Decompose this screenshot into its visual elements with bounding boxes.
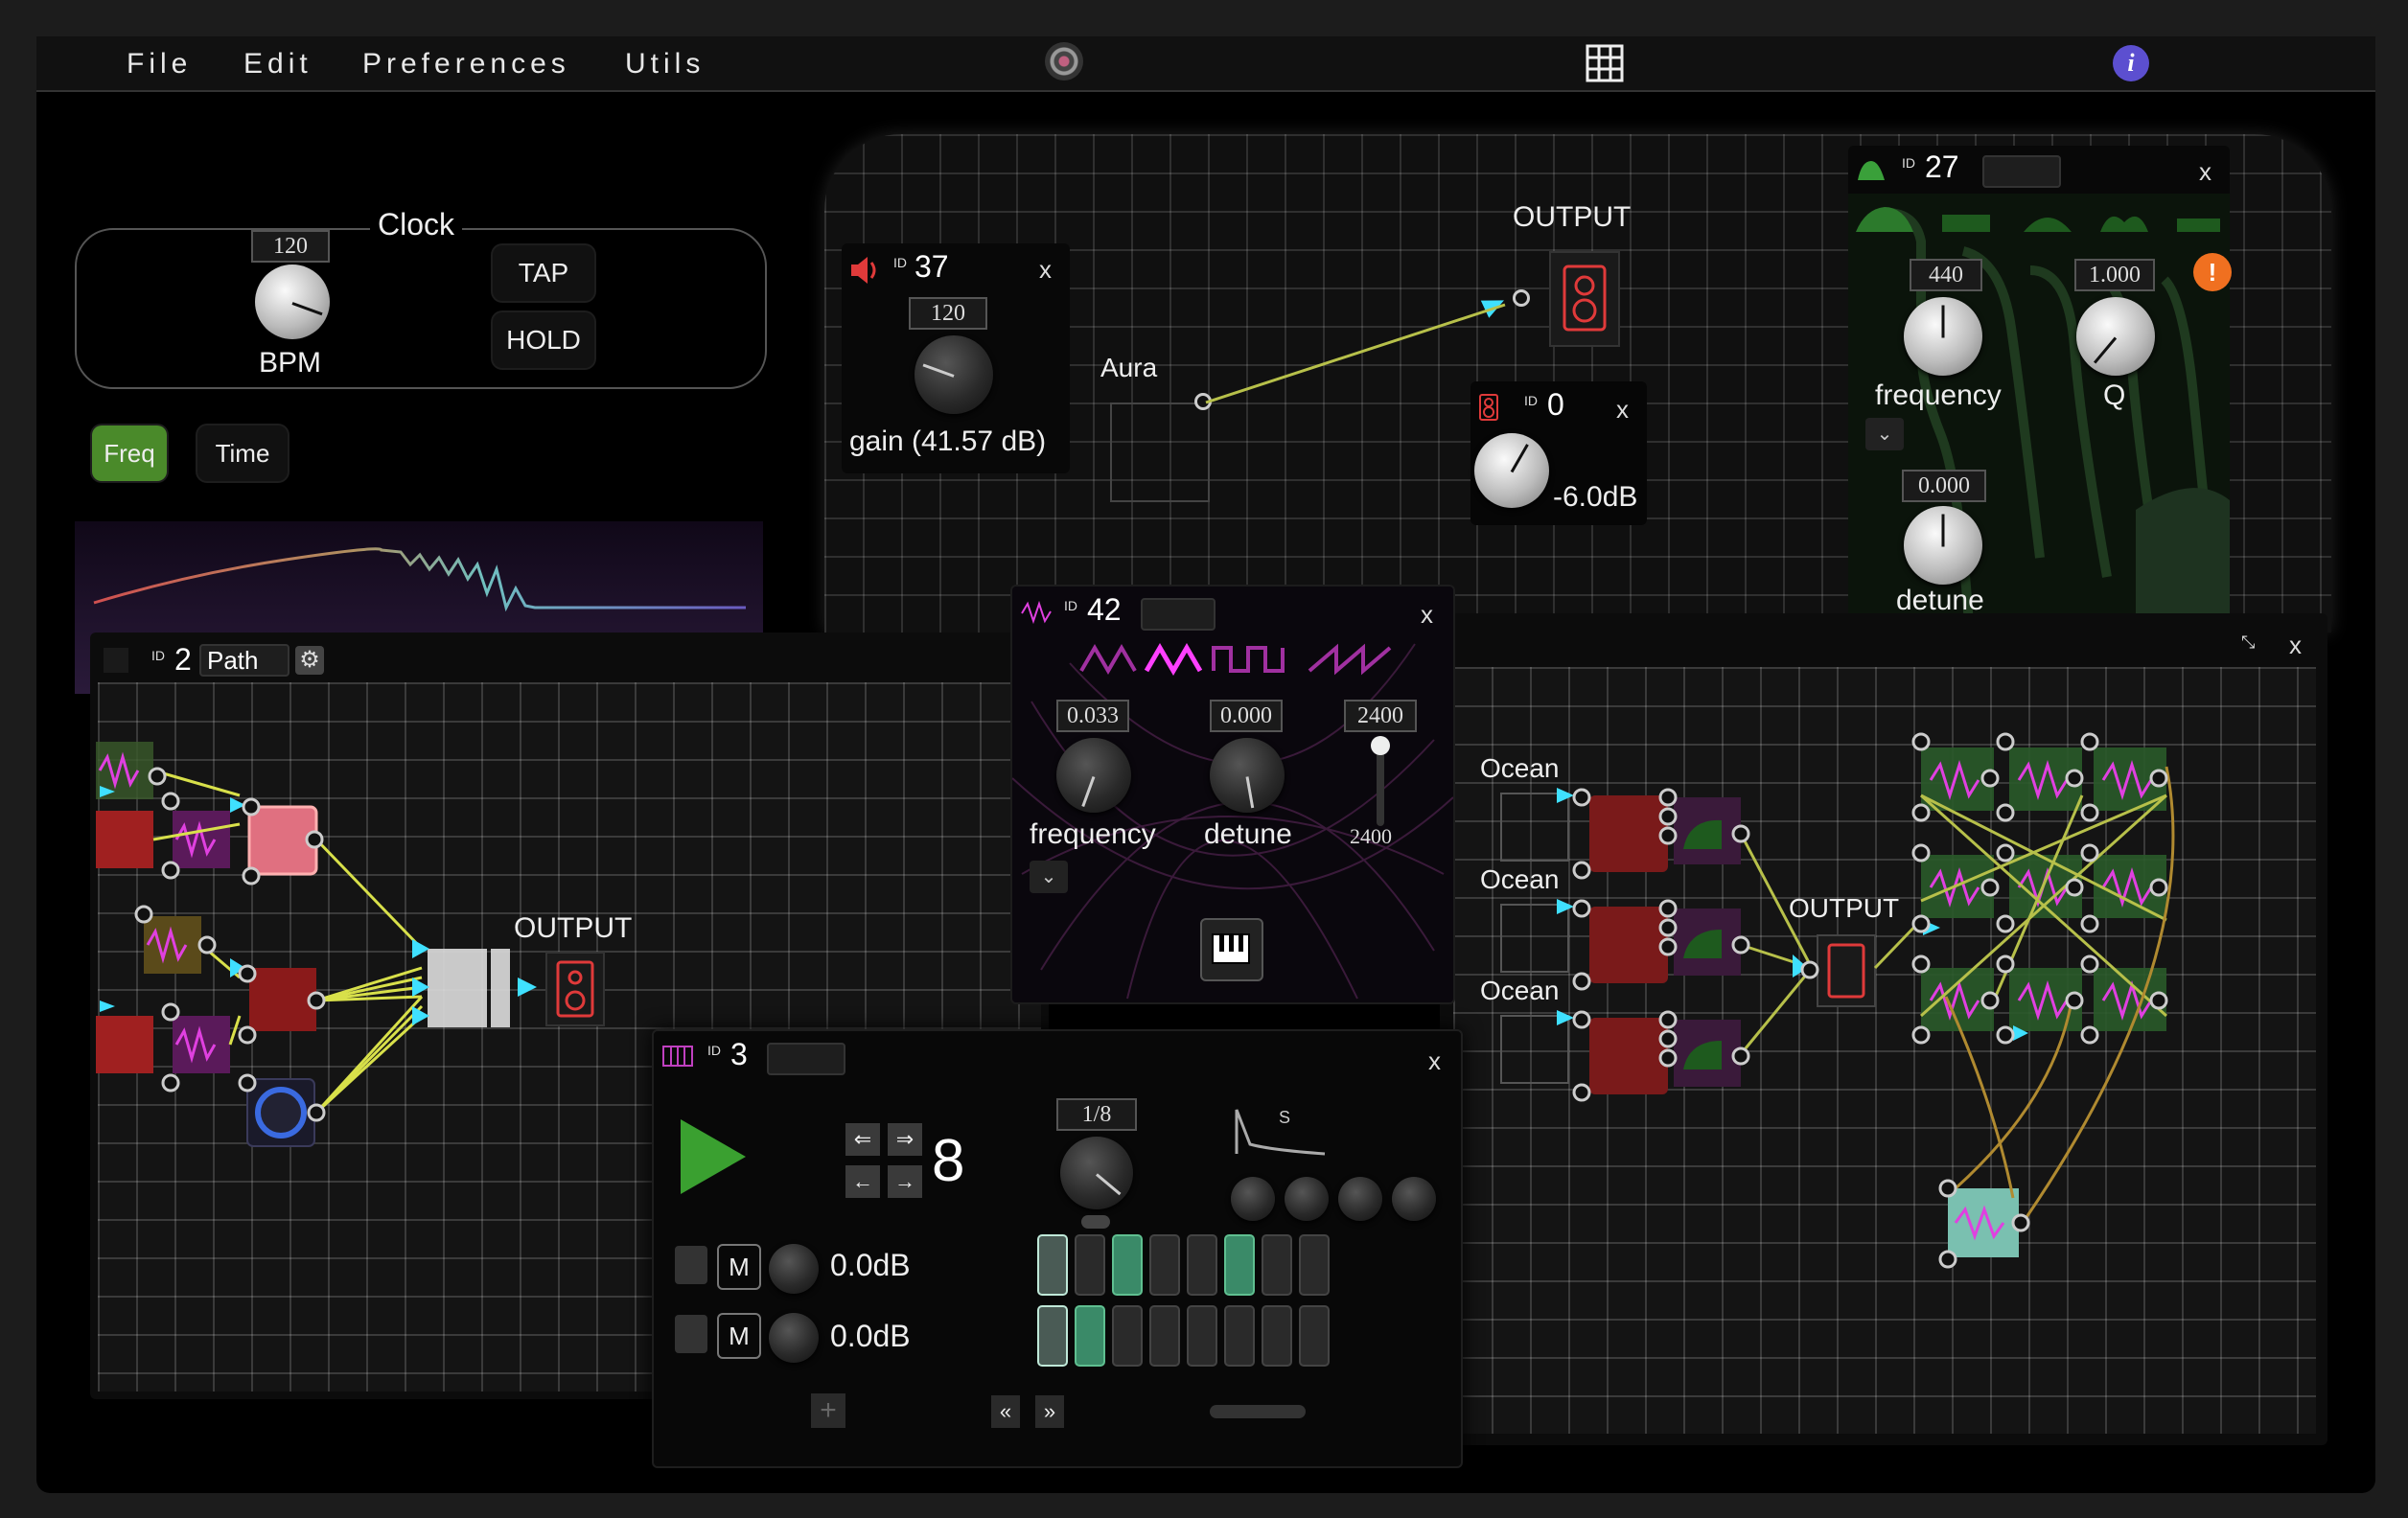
id-label: ID — [707, 1043, 721, 1058]
step-pad[interactable] — [1224, 1234, 1255, 1296]
release-knob[interactable] — [1392, 1177, 1436, 1221]
oscillator-slider-handle[interactable] — [1371, 736, 1390, 755]
oscillator-detune-value[interactable]: 0.000 — [1210, 700, 1283, 732]
add-track-button[interactable]: + — [811, 1393, 845, 1428]
step-pad[interactable] — [1187, 1234, 1217, 1296]
oscillator-detune-knob[interactable] — [1210, 738, 1285, 813]
chevron-down-icon[interactable]: ⌄ — [1030, 861, 1068, 893]
step-pad[interactable] — [1112, 1305, 1143, 1367]
step-grid[interactable] — [1037, 1234, 1344, 1374]
oscillator-panel-close[interactable]: x — [1421, 600, 1433, 630]
page-scrollbar[interactable] — [1210, 1405, 1306, 1418]
oscillator-slider-label: 2400 — [1350, 824, 1392, 848]
oscillator-name-field[interactable] — [1141, 598, 1216, 631]
step-pad[interactable] — [1112, 1234, 1143, 1296]
decay-knob[interactable] — [1285, 1177, 1329, 1221]
attack-knob[interactable] — [1231, 1177, 1275, 1221]
piano-icon[interactable] — [1200, 918, 1263, 981]
sequencer-panel[interactable]: ID 3 x ⇐ ⇒ ← → 8 1/8 S M 0.0dB M 0.0dB +… — [652, 1029, 1463, 1468]
step-pad[interactable] — [1262, 1305, 1292, 1367]
oscillator-frequency-knob[interactable] — [1056, 738, 1131, 813]
step-pad[interactable] — [1187, 1305, 1217, 1367]
rate-value[interactable]: 1/8 — [1056, 1098, 1137, 1131]
wave-icon — [1021, 600, 1052, 625]
track2-gain-knob[interactable] — [769, 1313, 819, 1363]
shift-left-button[interactable]: ⇐ — [845, 1123, 880, 1156]
step-right-button[interactable]: → — [888, 1165, 922, 1198]
prev-page-button[interactable]: « — [991, 1395, 1020, 1428]
next-page-button[interactable]: » — [1035, 1395, 1064, 1428]
sequencer-icon — [662, 1046, 693, 1067]
step-pad[interactable] — [1037, 1305, 1068, 1367]
step-pad[interactable] — [1149, 1305, 1180, 1367]
play-icon[interactable] — [679, 1117, 748, 1196]
track1-mute-button[interactable]: M — [717, 1244, 761, 1290]
step-pad[interactable] — [1075, 1234, 1105, 1296]
step-pad[interactable] — [1262, 1234, 1292, 1296]
rate-knob[interactable] — [1060, 1137, 1133, 1209]
waveform-selector[interactable] — [1079, 638, 1396, 680]
oscillator-detune-label: detune — [1204, 818, 1292, 850]
oscillator-panel[interactable]: ID 42 x 0.033 frequency 0.000 detune 240… — [1010, 585, 1455, 1004]
sustain-knob[interactable] — [1338, 1177, 1382, 1221]
track2-gain-label: 0.0dB — [830, 1319, 911, 1353]
track1-gain-label: 0.0dB — [830, 1248, 911, 1282]
sequencer-panel-id: 3 — [730, 1037, 748, 1071]
step-pad[interactable] — [1224, 1305, 1255, 1367]
oscillator-frequency-value[interactable]: 0.033 — [1056, 700, 1129, 732]
sequencer-name-field[interactable] — [767, 1043, 845, 1075]
trash-icon[interactable] — [675, 1315, 707, 1353]
oscillator-frequency-label: frequency — [1030, 818, 1156, 850]
step-pad[interactable] — [1149, 1234, 1180, 1296]
swing-toggle[interactable] — [1081, 1215, 1110, 1229]
step-pad[interactable] — [1037, 1234, 1068, 1296]
id-label: ID — [1064, 598, 1077, 613]
shift-right-button[interactable]: ⇒ — [888, 1123, 922, 1156]
oscillator-panel-id: 42 — [1087, 592, 1122, 627]
track2-mute-button[interactable]: M — [717, 1313, 761, 1359]
step-pad[interactable] — [1299, 1234, 1330, 1296]
oscillator-slider-value[interactable]: 2400 — [1344, 700, 1417, 732]
app-window: File Edit Preferences Utils i Clock 120 … — [0, 0, 2408, 1518]
track1-gain-knob[interactable] — [769, 1244, 819, 1294]
step-left-button[interactable]: ← — [845, 1165, 880, 1198]
sequencer-panel-close[interactable]: x — [1428, 1046, 1441, 1076]
trash-icon[interactable] — [675, 1246, 707, 1284]
envelope-s-label: S — [1279, 1108, 1291, 1127]
step-count: 8 — [932, 1128, 965, 1194]
step-pad[interactable] — [1299, 1305, 1330, 1367]
step-pad[interactable] — [1075, 1305, 1105, 1367]
